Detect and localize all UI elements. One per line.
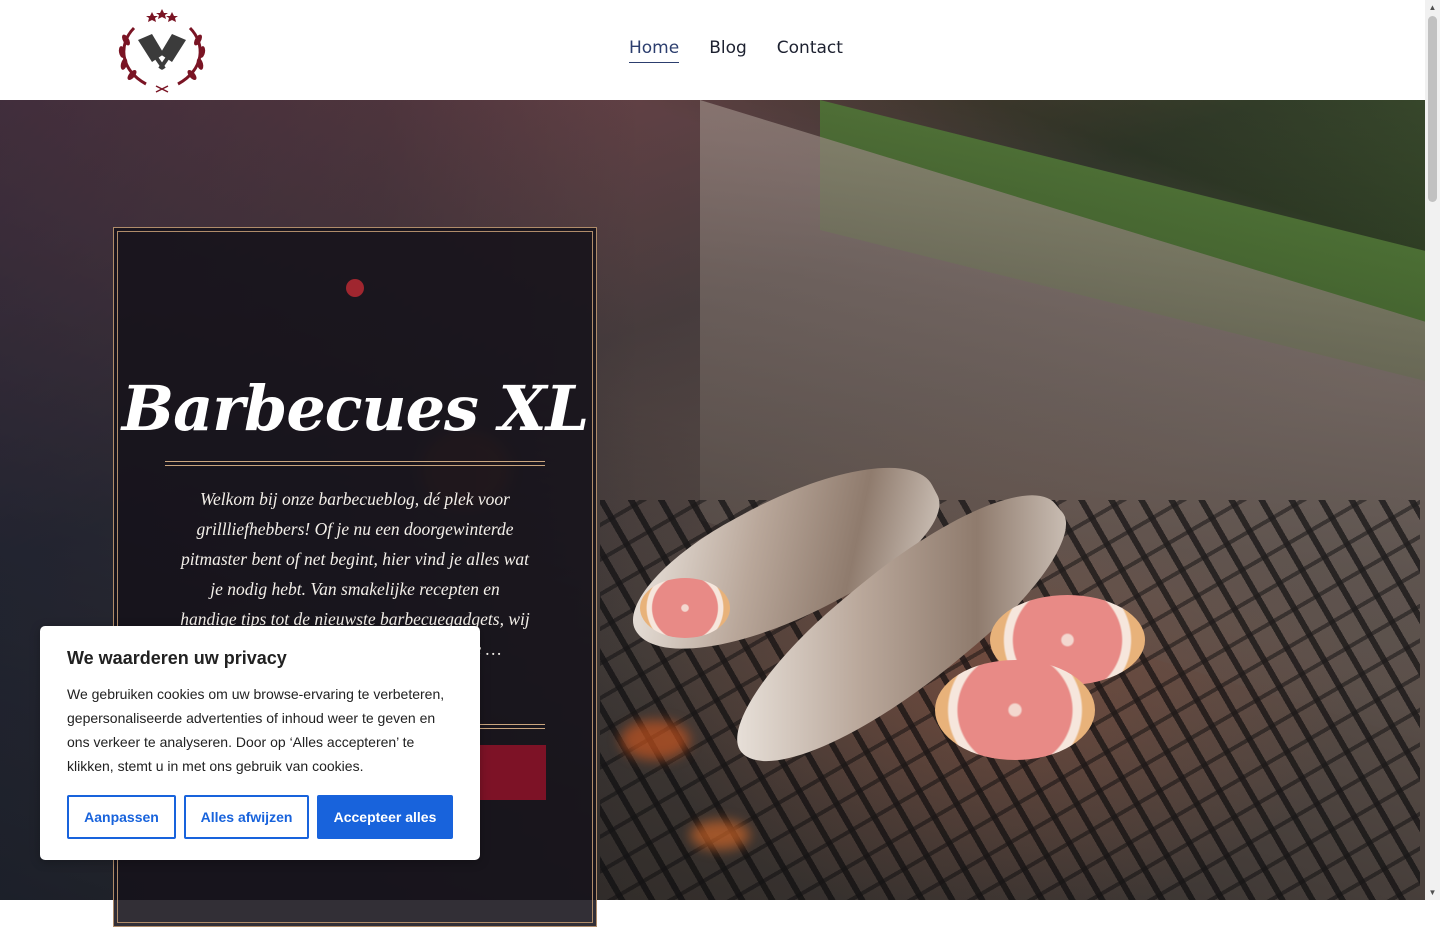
scrollbar-thumb[interactable] — [1428, 16, 1437, 202]
hero-grapefruit-slice — [640, 578, 730, 638]
accept-all-button[interactable]: Accepteer alles — [317, 795, 453, 839]
site-header: Home Blog Contact — [0, 0, 1425, 100]
scroll-down-arrow-icon[interactable]: ▼ — [1425, 885, 1440, 900]
main-nav: Home Blog Contact — [629, 38, 843, 63]
cookie-consent-dialog: We waarderen uw privacy We gebruiken coo… — [40, 626, 480, 860]
nav-item-contact[interactable]: Contact — [777, 38, 843, 63]
hero-divider — [165, 461, 545, 466]
reject-all-button[interactable]: Alles afwijzen — [184, 795, 309, 839]
crossed-cleavers-laurel-icon — [118, 9, 206, 93]
cookie-body: We gebruiken cookies om uw browse-ervari… — [67, 686, 445, 774]
cookie-title: We waarderen uw privacy — [67, 648, 287, 668]
nav-item-blog[interactable]: Blog — [709, 38, 747, 63]
hero-ember — [690, 820, 750, 850]
scroll-up-arrow-icon[interactable]: ▲ — [1425, 0, 1440, 15]
customize-button[interactable]: Aanpassen — [67, 795, 176, 839]
hero-dot-ornament — [346, 279, 364, 297]
logo[interactable] — [112, 4, 212, 94]
page-scrollbar[interactable]: ▲ ▼ — [1425, 0, 1440, 900]
hero-title: Barbecues XL — [121, 371, 590, 445]
hero-grapefruit-slice — [935, 660, 1095, 760]
nav-item-home[interactable]: Home — [629, 38, 680, 63]
